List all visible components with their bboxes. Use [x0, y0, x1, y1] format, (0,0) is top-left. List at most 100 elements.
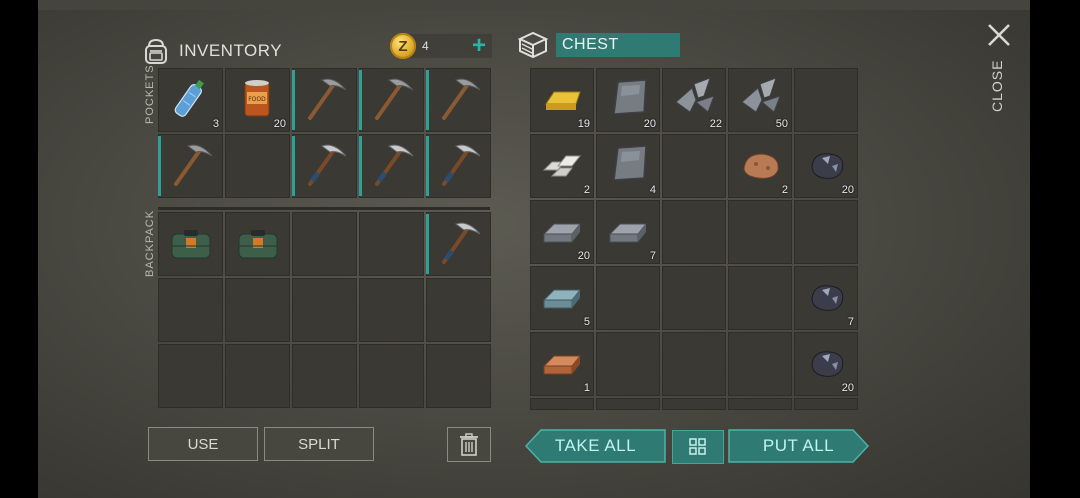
item-count: 50 — [775, 118, 788, 130]
chest-slot[interactable]: 2 — [728, 134, 792, 198]
sort-grid-button[interactable] — [672, 430, 724, 464]
chest-slot[interactable]: 20 — [596, 68, 660, 132]
chest-slot-partial[interactable] — [530, 398, 594, 410]
pocket-slot[interactable] — [426, 68, 491, 132]
chest-slot[interactable] — [728, 200, 792, 264]
inventory-header: INVENTORY — [141, 36, 282, 66]
chest-slot-partial[interactable] — [662, 398, 726, 410]
item-count: 20 — [643, 118, 656, 130]
backpack-slot[interactable] — [359, 278, 424, 342]
item-count: 20 — [841, 184, 854, 196]
chest-slot-partial[interactable] — [728, 398, 792, 410]
chest-slot[interactable]: 7 — [794, 266, 858, 330]
backpack-slot[interactable] — [292, 212, 357, 276]
pocket-slot[interactable] — [359, 68, 424, 132]
backpack-slot[interactable] — [158, 344, 223, 408]
backpack-slot[interactable] — [158, 212, 223, 276]
chest-slot[interactable]: 4 — [596, 134, 660, 198]
backpack-slot[interactable] — [292, 278, 357, 342]
chest-slot[interactable] — [662, 266, 726, 330]
food-can-icon: FOOD — [244, 80, 270, 117]
chest-slot[interactable]: 19 — [530, 68, 594, 132]
item-count: 20 — [841, 382, 854, 394]
top-strip — [38, 0, 1030, 10]
chest-slot[interactable] — [662, 200, 726, 264]
scrap-shards-icon — [741, 77, 781, 113]
trash-button[interactable] — [447, 427, 491, 462]
backpack-slot[interactable] — [225, 344, 290, 408]
pickaxe-steel-icon — [308, 144, 347, 186]
chest-slot[interactable] — [596, 332, 660, 396]
pickaxe-steel-icon — [375, 144, 414, 186]
gold-bar-icon — [545, 91, 581, 110]
chest-slot-partial[interactable] — [794, 398, 858, 410]
coal-ore-icon — [811, 351, 844, 377]
chest-slot[interactable] — [794, 200, 858, 264]
chest-slot[interactable]: 20 — [530, 200, 594, 264]
aluminum-bars-icon — [542, 155, 582, 177]
close-button-label[interactable]: CLOSE — [989, 60, 1009, 112]
item-count: 20 — [273, 118, 286, 130]
item-count: 7 — [649, 250, 656, 262]
backpack-slot[interactable] — [426, 344, 491, 408]
bag-icon — [171, 230, 211, 259]
inventory-screen: INVENTORY Z 4 + CHEST CLOSE POCKETS BACK… — [38, 0, 1030, 498]
item-count: 4 — [649, 184, 656, 196]
chest-slot[interactable] — [728, 332, 792, 396]
take-all-label: TAKE ALL — [554, 436, 637, 455]
chest-slot[interactable]: 20 — [794, 134, 858, 198]
close-icon[interactable] — [984, 20, 1014, 50]
chest-slot[interactable] — [596, 266, 660, 330]
chest-slot[interactable] — [662, 134, 726, 198]
chest-slot[interactable] — [728, 266, 792, 330]
item-count: 2 — [781, 184, 788, 196]
backpack-slot[interactable] — [225, 278, 290, 342]
pockets-grid: 3 FOOD 20 — [158, 68, 491, 198]
backpack-slot[interactable] — [292, 344, 357, 408]
pocket-slot[interactable] — [292, 134, 357, 198]
pocket-slot[interactable] — [225, 134, 290, 198]
chest-slot[interactable]: 7 — [596, 200, 660, 264]
backpack-slot[interactable] — [225, 212, 290, 276]
copper-ingot-icon — [542, 355, 582, 375]
titanium-ingot-icon — [542, 289, 582, 309]
chest-slot[interactable] — [794, 68, 858, 132]
add-coins-button[interactable]: + — [472, 34, 486, 58]
backpack-slot[interactable] — [426, 212, 491, 276]
chest-slot[interactable]: 22 — [662, 68, 726, 132]
coin-count: 4 — [422, 39, 429, 53]
pocket-slot[interactable]: 3 — [158, 68, 223, 132]
item-count: 22 — [709, 118, 722, 130]
pocket-slot[interactable] — [359, 134, 424, 198]
coin-display: Z 4 + — [390, 33, 486, 59]
pocket-slot[interactable] — [426, 134, 491, 198]
chest-slot[interactable] — [662, 332, 726, 396]
backpack-grid — [158, 212, 491, 408]
take-all-button[interactable]: TAKE ALL — [524, 429, 666, 463]
chest-slot[interactable]: 2 — [530, 134, 594, 198]
pocket-slot[interactable] — [158, 134, 223, 198]
chest-slot-partial[interactable] — [596, 398, 660, 410]
inventory-title: INVENTORY — [179, 41, 283, 60]
backpack-slot[interactable] — [426, 278, 491, 342]
chest-grid: 19 20 22 50 2 4 2 20 20 7 5 7 1 20 — [530, 68, 858, 410]
pickaxe-icon — [442, 78, 481, 120]
bag-icon — [238, 230, 278, 259]
chest-icon — [517, 31, 549, 59]
pocket-slot[interactable]: FOOD 20 — [225, 68, 290, 132]
backpack-slot[interactable] — [158, 278, 223, 342]
backpack-slot[interactable] — [359, 344, 424, 408]
backpack-slot[interactable] — [359, 212, 424, 276]
put-all-button[interactable]: PUT ALL — [728, 429, 870, 463]
use-button[interactable]: USE — [148, 427, 258, 461]
split-button[interactable]: SPLIT — [264, 427, 374, 461]
chest-slot[interactable]: 20 — [794, 332, 858, 396]
use-button-label: USE — [187, 435, 219, 453]
chest-title: CHEST — [556, 33, 680, 57]
pocket-slot[interactable] — [292, 68, 357, 132]
chest-slot[interactable]: 1 — [530, 332, 594, 396]
put-all-label: PUT ALL — [762, 436, 835, 455]
chest-slot[interactable]: 5 — [530, 266, 594, 330]
chest-slot[interactable]: 50 — [728, 68, 792, 132]
pickaxe-icon — [375, 78, 414, 120]
